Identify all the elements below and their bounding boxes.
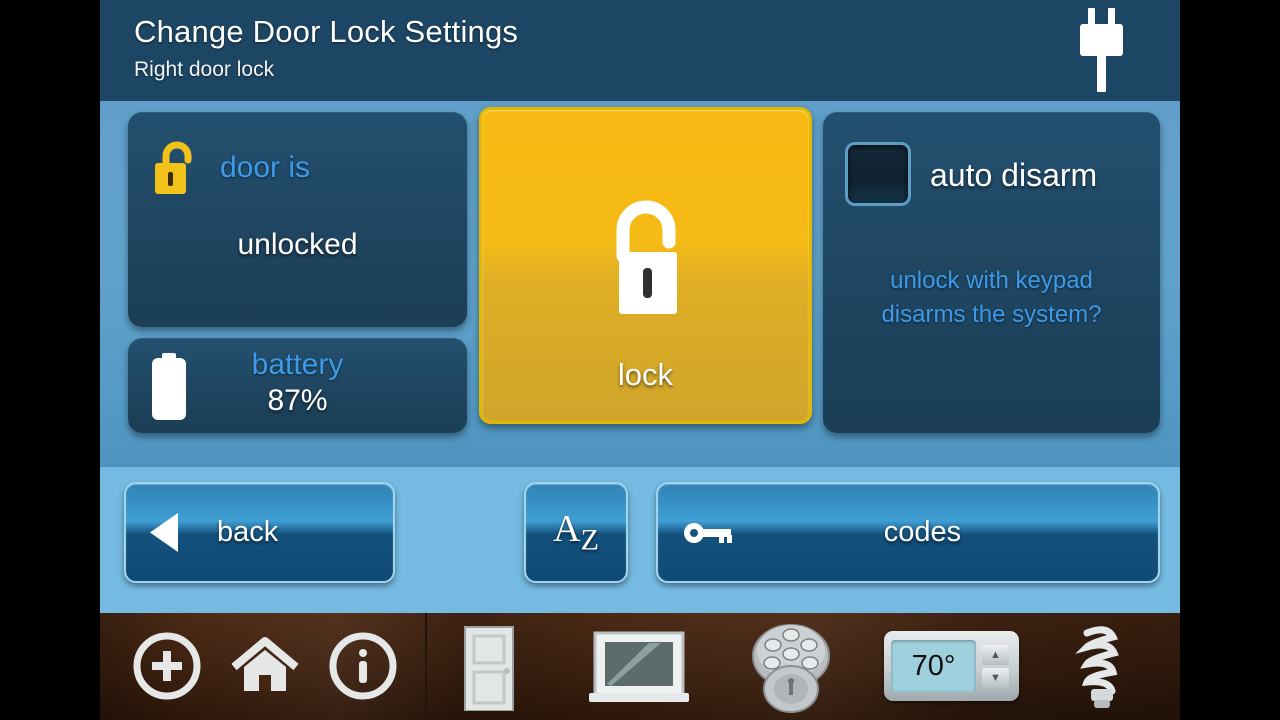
codes-button[interactable]: codes (656, 482, 1160, 583)
thermostat-up-button[interactable]: ▲ (982, 644, 1009, 665)
power-plug-icon (1080, 8, 1123, 92)
auto-disarm-hint: unlock with keypad disarms the system? (823, 264, 1160, 332)
door-status-card: door is unlocked (128, 112, 467, 327)
back-button-label: back (217, 516, 279, 548)
window-icon (589, 631, 689, 702)
auto-disarm-hint-line2: disarms the system? (881, 301, 1102, 328)
device-viewport: Change Door Lock Settings Right door loc… (100, 0, 1180, 720)
back-button[interactable]: back (124, 482, 395, 583)
door-status-label: door is (220, 151, 311, 184)
info-circle-icon (329, 632, 397, 700)
thermostat-button[interactable]: 70° ▲ ▼ (884, 631, 1019, 701)
home-icon (231, 637, 299, 691)
door-status-value: unlocked (237, 228, 358, 261)
door-icon (464, 626, 514, 711)
key-icon (684, 522, 732, 543)
auto-disarm-label: auto disarm (930, 157, 1098, 193)
thermostat-display: 70° (891, 640, 976, 692)
toolbar-divider (425, 613, 427, 720)
thermostat-icon: 70° ▲ ▼ (884, 631, 1019, 701)
lock-button[interactable]: lock (479, 107, 812, 424)
left-arrow-icon (150, 513, 178, 552)
page-title: Change Door Lock Settings (134, 14, 519, 49)
button-bar: back AZ codes (100, 467, 1180, 613)
alphabetize-icon: AZ (553, 510, 599, 556)
auto-disarm-hint-line1: unlock with keypad (890, 267, 1093, 294)
thermostat-temperature: 70° (911, 649, 956, 682)
add-button[interactable] (132, 631, 202, 701)
battery-icon (152, 353, 186, 420)
battery-card: battery 87% (128, 338, 467, 433)
bottom-toolbar: 70° ▲ ▼ (100, 613, 1180, 720)
locks-button[interactable] (745, 623, 837, 713)
alphabetize-button[interactable]: AZ (524, 482, 628, 583)
auto-disarm-checkbox[interactable] (845, 142, 911, 206)
main-panel: door is unlocked battery 87% lock auto d… (100, 101, 1180, 467)
page-header: Change Door Lock Settings Right door loc… (100, 0, 1180, 101)
unlocked-padlock-icon (155, 141, 192, 194)
cfl-bulb-icon (1075, 626, 1119, 708)
plus-circle-icon (133, 632, 201, 700)
open-padlock-icon (616, 200, 677, 314)
auto-disarm-card: auto disarm unlock with keypad disarms t… (823, 112, 1160, 433)
screen: Change Door Lock Settings Right door loc… (0, 0, 1280, 720)
page-subtitle: Right door lock (134, 58, 275, 81)
doors-button[interactable] (463, 625, 515, 711)
codes-button-label: codes (883, 516, 962, 548)
door-status-row: door is (128, 112, 467, 197)
az-letter-sub: Z (580, 523, 599, 557)
lock-button-label: lock (617, 357, 674, 392)
lights-button[interactable] (1065, 621, 1135, 713)
info-button[interactable] (328, 631, 398, 701)
home-button[interactable] (230, 631, 300, 701)
thermostat-steppers: ▲ ▼ (982, 644, 1009, 688)
az-letter-main: A (553, 507, 581, 550)
thermostat-down-button[interactable]: ▼ (982, 667, 1009, 688)
deadbolt-keypad-icon (752, 624, 830, 713)
windows-button[interactable] (589, 631, 689, 707)
